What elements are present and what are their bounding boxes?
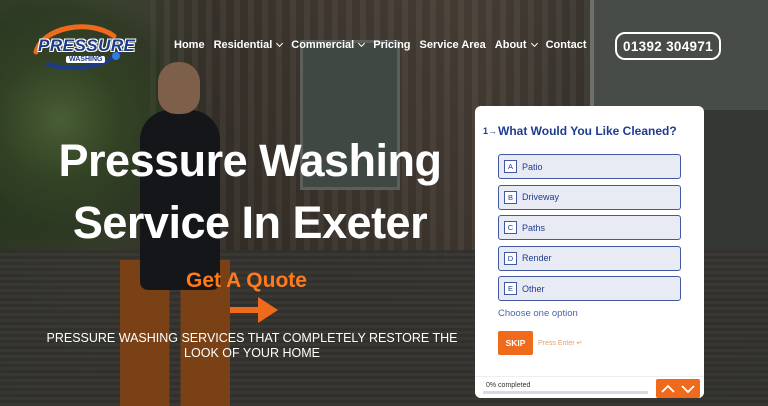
nav-item-home[interactable]: Home [174, 39, 205, 51]
chevron-up-icon[interactable] [661, 384, 675, 394]
question-number: 1→ [483, 126, 498, 136]
question-title: What Would You Like Cleaned? [498, 124, 677, 138]
hero-title-line2: Service In Exeter [72, 197, 428, 248]
progress-bar [483, 391, 648, 394]
option-label: Render [522, 253, 552, 263]
option-patio[interactable]: A Patio [498, 154, 681, 179]
nav-item-about[interactable]: About [494, 39, 538, 51]
nav-label: Pricing [373, 39, 411, 51]
nav-item-contact[interactable]: Contact [546, 39, 587, 51]
form-nav-arrows [656, 379, 700, 398]
phone-button[interactable]: 01392 304971 [615, 32, 721, 60]
option-other[interactable]: E Other [498, 276, 681, 301]
choose-hint: Choose one option [498, 308, 578, 319]
brand-logo[interactable]: PRESSURE WASHING [28, 22, 135, 72]
chevron-down-icon [276, 39, 284, 48]
chevron-down-icon [530, 39, 538, 48]
logo-subtext: WASHING [66, 56, 106, 63]
option-key: C [504, 221, 517, 234]
nav-label: Residential [213, 39, 273, 51]
main-nav: Home Residential Commercial Pricing Serv… [174, 39, 596, 51]
nav-label: About [494, 39, 527, 51]
nav-label: Commercial [291, 39, 355, 51]
option-key: A [504, 160, 517, 173]
progress-text: 0% completed [486, 382, 531, 389]
hero-title: Pressure Washing Service In Exeter [40, 138, 460, 248]
option-label: Other [522, 283, 545, 294]
option-key: B [504, 190, 517, 204]
nav-item-commercial[interactable]: Commercial [291, 39, 366, 51]
option-label: Paths [522, 222, 546, 233]
option-render[interactable]: D Render [498, 245, 681, 271]
option-list: A Patio B Driveway C Paths D Render E Ot… [498, 154, 681, 307]
chevron-down-icon [358, 39, 366, 48]
nav-label: Service Area [419, 39, 486, 51]
nav-item-pricing[interactable]: Pricing [373, 39, 410, 51]
option-paths[interactable]: C Paths [498, 215, 681, 240]
option-driveway[interactable]: B Driveway [498, 184, 681, 210]
option-label: Driveway [522, 192, 560, 202]
press-enter-hint: Press Enter ↵ [538, 340, 583, 347]
hero-title-line1: Pressure Washing [58, 135, 442, 186]
logo-text: PRESSURE [38, 36, 136, 55]
nav-item-service-area[interactable]: Service Area [420, 39, 486, 51]
skip-button[interactable]: SKIP [498, 331, 533, 355]
option-key: E [504, 282, 517, 295]
option-key: D [504, 251, 517, 265]
arrow-right-icon [230, 297, 278, 323]
nav-label: Home [174, 39, 205, 51]
chevron-down-icon[interactable] [681, 384, 695, 394]
hero-subtitle: PRESSURE WASHING SERVICES THAT COMPLETEL… [46, 331, 458, 360]
nav-label: Contact [545, 39, 587, 51]
option-label: Patio [522, 161, 543, 172]
nav-item-residential[interactable]: Residential [213, 39, 284, 51]
get-a-quote-link[interactable]: Get A Quote [186, 269, 307, 293]
quote-form: 1→ What Would You Like Cleaned? A Patio … [475, 106, 704, 398]
